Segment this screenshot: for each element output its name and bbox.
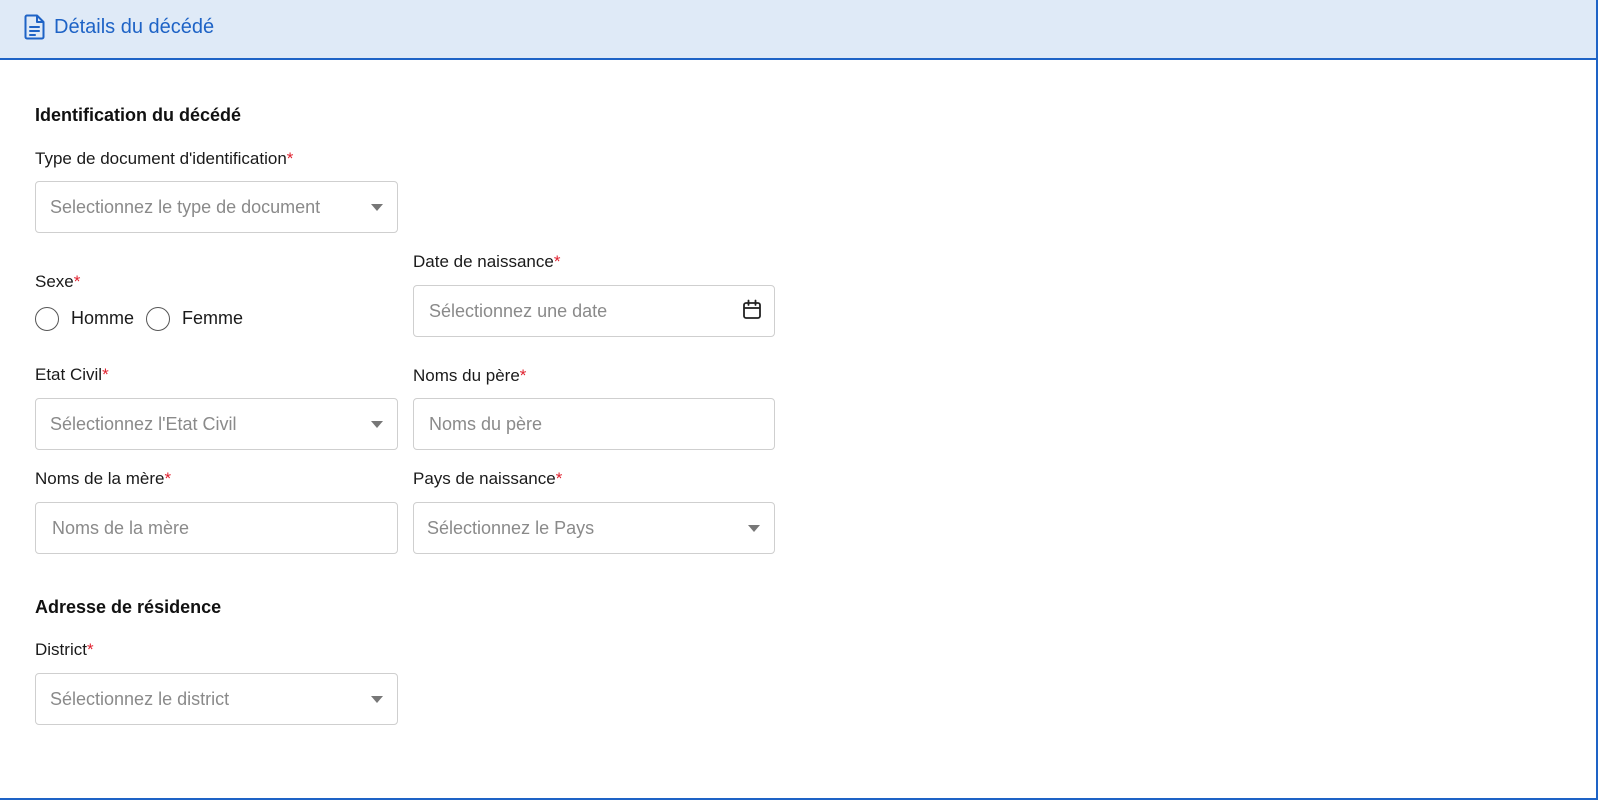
deceased-details-card: Détails du décédé Identification du décé… — [0, 0, 1598, 800]
birth-date-placeholder: Sélectionnez une date — [429, 301, 608, 321]
card-header: Détails du décédé — [0, 0, 1596, 60]
chevron-down-icon — [371, 204, 383, 211]
residence-section-title: Adresse de résidence — [35, 597, 222, 617]
birth-country-placeholder: Sélectionnez le Pays — [427, 518, 595, 538]
required-mark: * — [86, 640, 94, 659]
required-mark: * — [553, 252, 561, 271]
sex-label: Sexe* — [35, 272, 81, 291]
document-type-label: Type de document d'identification* — [35, 149, 294, 168]
required-mark: * — [73, 272, 81, 291]
required-mark: * — [519, 366, 527, 385]
father-names-placeholder: Noms du père — [429, 414, 543, 434]
father-names-label: Noms du père* — [413, 366, 527, 385]
mother-names-placeholder: Noms de la mère — [52, 518, 190, 538]
district-placeholder: Sélectionnez le district — [50, 689, 230, 709]
card-title: Détails du décédé — [54, 16, 215, 38]
identification-section-title: Identification du décédé — [35, 105, 242, 125]
mother-names-input[interactable]: Noms de la mère — [35, 502, 398, 554]
sex-option-femme-label[interactable]: Femme — [182, 308, 243, 329]
birth-date-input[interactable]: Sélectionnez une date — [413, 285, 775, 337]
district-label: District* — [35, 640, 94, 659]
document-type-select[interactable]: Selectionnez le type de document — [35, 181, 398, 233]
required-mark: * — [164, 469, 172, 488]
sex-radio-homme[interactable] — [35, 307, 59, 331]
required-mark: * — [555, 469, 563, 488]
civil-status-placeholder: Sélectionnez l'Etat Civil — [50, 414, 237, 434]
sex-radio-femme[interactable] — [146, 307, 170, 331]
father-names-input[interactable]: Noms du père — [413, 398, 775, 450]
chevron-down-icon — [371, 696, 383, 703]
chevron-down-icon — [748, 525, 760, 532]
civil-status-select[interactable]: Sélectionnez l'Etat Civil — [35, 398, 398, 450]
required-mark: * — [102, 365, 109, 384]
chevron-down-icon — [371, 421, 383, 428]
calendar-icon[interactable] — [742, 299, 762, 321]
required-mark: * — [286, 149, 294, 168]
document-icon — [24, 14, 45, 40]
birth-country-label: Pays de naissance* — [413, 469, 563, 488]
sex-option-homme-label[interactable]: Homme — [71, 308, 134, 329]
civil-status-label: Etat Civil* — [35, 365, 109, 384]
birth-date-label: Date de naissance* — [413, 252, 561, 271]
mother-names-label: Noms de la mère* — [35, 469, 172, 488]
document-type-placeholder: Selectionnez le type de document — [50, 197, 321, 217]
birth-country-select[interactable]: Sélectionnez le Pays — [413, 502, 775, 554]
district-select[interactable]: Sélectionnez le district — [35, 673, 398, 725]
